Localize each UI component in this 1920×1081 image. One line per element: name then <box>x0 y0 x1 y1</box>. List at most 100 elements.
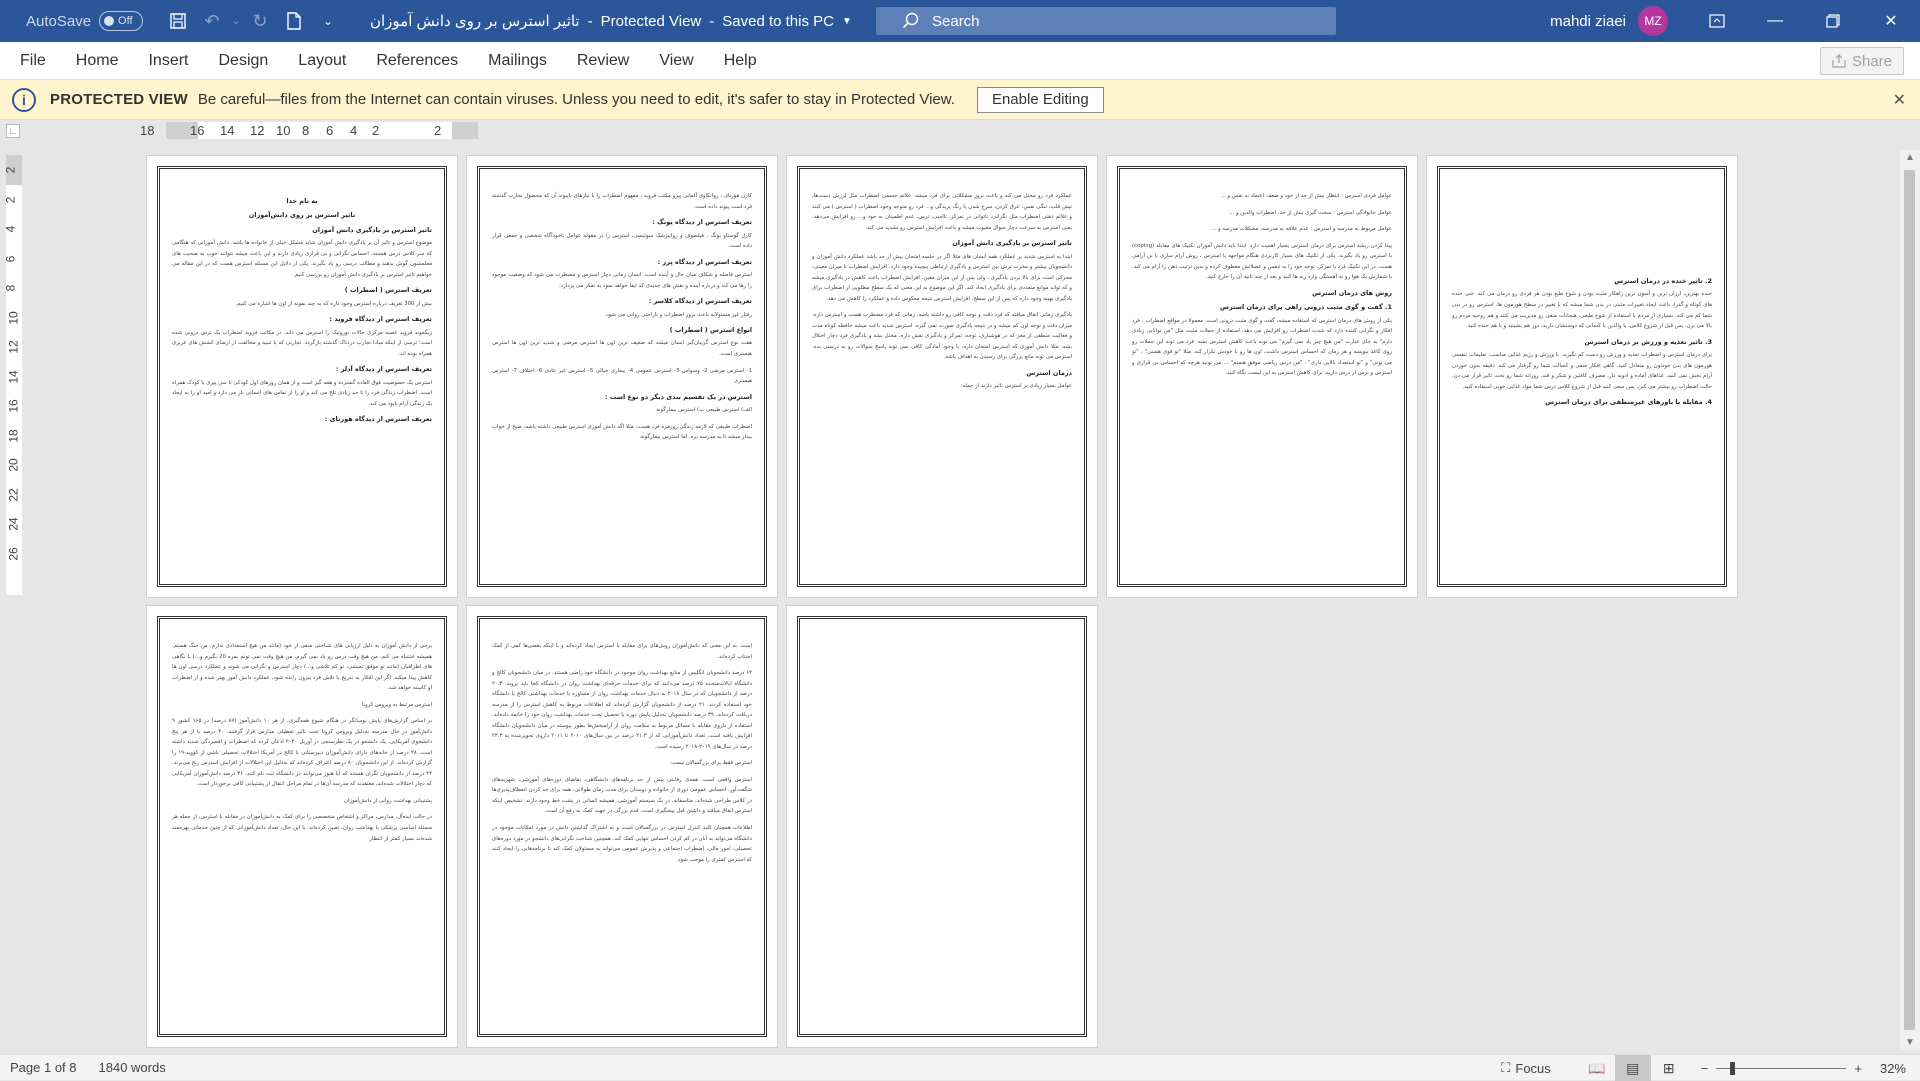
ruler-tick: 2 <box>3 166 18 174</box>
page-heading: استرس در یک تقسیم بندی دیگر دو نوع است : <box>604 392 752 401</box>
vertical-scrollbar[interactable]: ▲ ▼ <box>1900 150 1920 1050</box>
tab-mailings[interactable]: Mailings <box>473 42 562 80</box>
document-page[interactable]: عوامل فردی استرس : انتظار بیش از حد از خ… <box>1106 155 1418 598</box>
tab-help[interactable]: Help <box>709 42 772 80</box>
page-indicator[interactable]: Page 1 of 8 <box>10 1060 77 1075</box>
document-page[interactable]: 2. تاثیر خنده در درمان استرس خنده بهترین،… <box>1426 155 1738 598</box>
tab-insert[interactable]: Insert <box>133 42 203 80</box>
document-page[interactable] <box>786 605 1098 1048</box>
close-icon[interactable]: ✕ <box>1862 0 1920 42</box>
undo-icon[interactable]: ↶ <box>195 0 229 42</box>
page-heading: تعریف استرس از دیدگاه یونگ : <box>652 218 752 227</box>
close-bar-icon[interactable]: ✕ <box>1893 90 1906 110</box>
customize-toolbar-icon[interactable]: ⌄ <box>311 0 345 42</box>
web-layout-icon[interactable]: ⊞ <box>1651 1055 1687 1081</box>
page-heading: 3. تاثیر تغذیه و ورزش بر درمان استرس <box>1584 337 1712 346</box>
ribbon-display-options-icon[interactable] <box>1688 0 1746 42</box>
document-page[interactable]: برخی از دانش آموزان به دلیل ارزیابی های … <box>146 605 458 1048</box>
tab-file[interactable]: File <box>0 42 61 80</box>
page-paragraph: عملکرد فرد رو مختل می کنه و باعث بروز مش… <box>812 193 1072 231</box>
tab-references[interactable]: References <box>361 42 473 80</box>
autosave[interactable]: AutoSave Off <box>26 11 144 31</box>
tab-review[interactable]: Review <box>562 42 644 80</box>
enable-editing-button[interactable]: Enable Editing <box>976 86 1104 113</box>
chevron-down-icon[interactable]: ▼ <box>842 16 852 27</box>
page-content: 2. تاثیر خنده در درمان استرس خنده بهترین،… <box>1437 166 1727 587</box>
document-page[interactable]: به نام خدا تاثیر استرس بر روی دانش‌آموزان… <box>146 155 458 598</box>
page-paragraph: هفت نوع استرس گریبان‌گیر انسان میشه که ض… <box>492 340 752 357</box>
user-name[interactable]: mahdi ziaei <box>1550 13 1626 30</box>
ruler-tick: 18 <box>6 428 21 443</box>
page-heading: انواع استرس ( اضطراب ) <box>669 326 752 335</box>
zoom-slider[interactable] <box>1716 1061 1847 1075</box>
page-content <box>797 616 1087 1037</box>
tab-view[interactable]: View <box>644 42 708 80</box>
page-heading: 2. تاثیر خنده در درمان استرس <box>1614 277 1712 285</box>
view-mode: Protected View <box>600 12 702 30</box>
redo-icon[interactable]: ↻ <box>243 0 277 42</box>
save-icon[interactable] <box>161 0 195 42</box>
focus-button[interactable]: ⛶ Focus <box>1501 1060 1551 1076</box>
page-paragraph: کارل گوستاو یونگ ، فیلسوف و روانپزشک سوئ… <box>492 232 752 250</box>
read-mode-icon[interactable]: 📖 <box>1579 1055 1615 1081</box>
scrollbar-thumb[interactable] <box>1904 170 1915 1030</box>
word-count[interactable]: 1840 words <box>99 1060 166 1075</box>
document-page[interactable]: عملکرد فرد رو مختل می کنه و باعث بروز مش… <box>786 155 1098 598</box>
zoom-slider-thumb[interactable] <box>1730 1061 1736 1075</box>
page-heading: تعریف استرس از دیدگاه هورنای : <box>324 415 432 424</box>
print-layout-icon[interactable]: ▤ <box>1614 1055 1651 1081</box>
scroll-down-icon[interactable]: ▼ <box>1905 1037 1915 1048</box>
search-placeholder: Search <box>932 12 980 30</box>
autosave-toggle[interactable]: Off <box>99 11 144 31</box>
restore-icon[interactable] <box>1804 0 1862 42</box>
ruler-tick: 4 <box>350 123 358 138</box>
page-heading: به نام خدا <box>286 197 318 205</box>
page-paragraph: بیش از 300 تعریف درباره استرس وجود داره … <box>235 300 432 307</box>
avatar[interactable]: MZ <box>1638 6 1668 36</box>
focus-label: Focus <box>1515 1060 1551 1076</box>
page-paragraph: الف) استرس طبیعی ب) استرس بیمارگونه <box>656 407 752 414</box>
page-paragraph: پشتیبانی بهداشت روانی از دانش‌آموزان <box>343 797 432 804</box>
zoom-in-icon[interactable]: + <box>1854 1061 1862 1076</box>
search-icon <box>902 12 919 29</box>
page-paragraph: اضطراب طبیعی که لازمه زندگی روزمره فرد ه… <box>491 423 752 441</box>
tab-layout[interactable]: Layout <box>283 42 361 80</box>
scroll-up-icon[interactable]: ▲ <box>1905 152 1915 163</box>
page-content: برخی از دانش آموزان به دلیل ارزیابی های … <box>157 616 447 1037</box>
horizontal-ruler[interactable]: 18 16 14 12 10 8 6 4 2 2 <box>140 122 478 139</box>
share-button[interactable]: Share <box>1820 47 1904 75</box>
page-paragraph: کارن هورنای ، روانکاوی آلمانی پیرو مکتب … <box>492 193 752 210</box>
page-heading: درمان استرس <box>1026 368 1072 377</box>
new-document-icon[interactable] <box>277 0 311 42</box>
zoom-percent[interactable]: 32% <box>1880 1061 1906 1076</box>
ruler-tick: 2 <box>3 196 18 203</box>
minimize-icon[interactable]: — <box>1746 0 1804 42</box>
page-content: عوامل فردی استرس : انتظار بیش از حد از خ… <box>1117 166 1407 587</box>
tab-design[interactable]: Design <box>203 42 283 80</box>
tab-home[interactable]: Home <box>61 42 134 80</box>
document-canvas[interactable]: به نام خدا تاثیر استرس بر روی دانش‌آموزان… <box>30 142 1900 1052</box>
protected-view-message: Be careful—files from the Internet can c… <box>197 91 955 108</box>
vertical-ruler[interactable]: 2 2 4 6 8 10 12 14 16 18 20 22 24 26 <box>3 155 22 595</box>
page-paragraph: یکی از روش های درمان استرس که استفاده می… <box>1132 317 1392 377</box>
page-paragraph: استرس یک خصوصیت فوق العاده گسترده و همه … <box>172 379 432 407</box>
zoom-out-icon[interactable]: − <box>1701 1061 1709 1076</box>
page-paragraph: استرس فقط برای بزرگسالان نیست <box>670 760 752 767</box>
ruler-tick: 12 <box>250 123 265 138</box>
ruler-tick: 22 <box>6 487 21 502</box>
info-shield-icon: i <box>12 87 36 112</box>
title-separator: - <box>587 12 593 30</box>
search-box[interactable]: Search <box>876 7 1336 35</box>
document-page[interactable]: است. به این معنی که دانش‌آموزان روش‌های … <box>466 605 778 1048</box>
page-paragraph: در حالت ایده‌آل، مدارس، مراکز و اشخاص مت… <box>172 814 432 842</box>
ruler-tick: 16 <box>190 123 205 138</box>
save-status[interactable]: Saved to this PC <box>722 13 834 30</box>
page-paragraph: ۶۲ درصد دانشجویان انگلیس از منابع بهداشت… <box>492 670 753 750</box>
page-heading: تعریف استرس ( اضطراب ) <box>344 286 432 295</box>
undo-dropdown-icon[interactable]: ⌄ <box>229 0 243 42</box>
page-paragraph: خنده بهترین، ارزان ترین و آسون ترین راهک… <box>1452 291 1712 330</box>
ribbon-tabs: File Home Insert Design Layout Reference… <box>0 42 1920 80</box>
document-page[interactable]: کارن هورنای ، روانکاوی آلمانی پیرو مکتب … <box>466 155 778 598</box>
tab-selector[interactable]: ∟ <box>6 124 20 138</box>
page-content: کارن هورنای ، روانکاوی آلمانی پیرو مکتب … <box>477 166 767 587</box>
